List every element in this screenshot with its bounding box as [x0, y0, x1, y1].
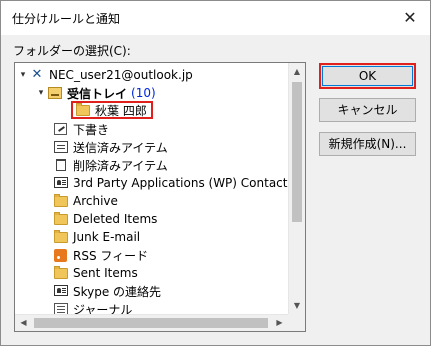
- scroll-right-icon[interactable]: ▶: [271, 315, 288, 331]
- rules-and-alerts-dialog: 仕分けルールと通知 ✕ フォルダーの選択(C): ▾ ✕ NEC_user21@…: [0, 0, 431, 346]
- tree-item-inbox[interactable]: ▾ 受信トレイ (10): [35, 84, 156, 102]
- folder-icon: [53, 230, 69, 244]
- scroll-left-icon[interactable]: ◀: [15, 315, 32, 331]
- folder-label: Archive: [73, 194, 118, 208]
- tree-item-folder[interactable]: Archive: [53, 192, 118, 210]
- tree-item-subfolder[interactable]: 秋葉 四郎: [71, 101, 153, 119]
- rss-icon: [53, 248, 69, 262]
- title-bar: 仕分けルールと通知 ✕: [1, 1, 430, 35]
- inbox-unread-count: (10): [131, 86, 156, 100]
- scroll-corner: [288, 314, 305, 331]
- ok-button[interactable]: OK: [319, 63, 416, 89]
- sent-items-icon: [53, 140, 69, 154]
- collapse-icon[interactable]: ▾: [17, 70, 29, 80]
- scroll-up-icon[interactable]: ▲: [289, 63, 305, 80]
- tree-item-folder[interactable]: 削除済みアイテム: [53, 156, 168, 174]
- contacts-icon: [53, 176, 69, 190]
- folder-label: RSS フィード: [73, 248, 149, 263]
- cancel-button[interactable]: キャンセル: [319, 98, 416, 122]
- folder-icon: [75, 103, 91, 117]
- account-label: NEC_user21@outlook.jp: [49, 68, 193, 82]
- tree-item-folder[interactable]: RSS フィード: [53, 246, 148, 264]
- subfolder-label: 秋葉 四郎: [95, 103, 147, 118]
- horizontal-scrollbar[interactable]: ◀ ▶: [15, 314, 288, 331]
- folder-label: 削除済みアイテム: [73, 158, 168, 173]
- vertical-scrollbar[interactable]: ▲ ▼: [288, 63, 305, 314]
- folder-label: 送信済みアイテム: [73, 140, 168, 155]
- scroll-down-icon[interactable]: ▼: [289, 297, 305, 314]
- folder-icon: [53, 194, 69, 208]
- close-button[interactable]: ✕: [400, 8, 420, 28]
- tree-item-folder[interactable]: Junk E-mail: [53, 228, 140, 246]
- folder-select-label: フォルダーの選択(C):: [13, 44, 131, 58]
- folder-icon: [53, 212, 69, 226]
- inbox-label: 受信トレイ: [67, 86, 128, 101]
- tree-item-folder[interactable]: Sent Items: [53, 264, 138, 282]
- tree-item-folder[interactable]: Skype の連絡先: [53, 282, 161, 300]
- exchange-account-icon: ✕: [31, 67, 43, 82]
- folder-label: Sent Items: [73, 266, 138, 280]
- vertical-scroll-thumb[interactable]: [292, 82, 302, 222]
- dialog-title: 仕分けルールと通知: [12, 12, 121, 26]
- folder-label: Junk E-mail: [73, 230, 141, 244]
- tree-item-folder[interactable]: 送信済みアイテム: [53, 138, 168, 156]
- tree-item-account[interactable]: ▾ ✕ NEC_user21@outlook.jp: [17, 66, 193, 84]
- folder-tree[interactable]: ▾ ✕ NEC_user21@outlook.jp ▾ 受信トレイ (10) 秋…: [14, 62, 306, 332]
- folder-label: Skype の連絡先: [73, 284, 162, 299]
- tree-item-folder[interactable]: 3rd Party Applications (WP) Contact: [53, 174, 287, 192]
- trash-icon: [53, 158, 69, 172]
- folder-label: Deleted Items: [73, 212, 158, 226]
- new-button[interactable]: 新規作成(N)...: [319, 132, 416, 156]
- horizontal-scroll-thumb[interactable]: [34, 318, 268, 328]
- tree-item-folder[interactable]: Deleted Items: [53, 210, 157, 228]
- folder-label: 下書き: [73, 122, 110, 137]
- draft-icon: [53, 122, 69, 136]
- collapse-icon[interactable]: ▾: [35, 88, 47, 98]
- folder-label: 3rd Party Applications (WP) Contact: [73, 176, 288, 190]
- tree-item-folder[interactable]: 下書き: [53, 120, 109, 138]
- contacts-icon: [53, 284, 69, 298]
- inbox-icon: [47, 86, 63, 100]
- folder-icon: [53, 266, 69, 280]
